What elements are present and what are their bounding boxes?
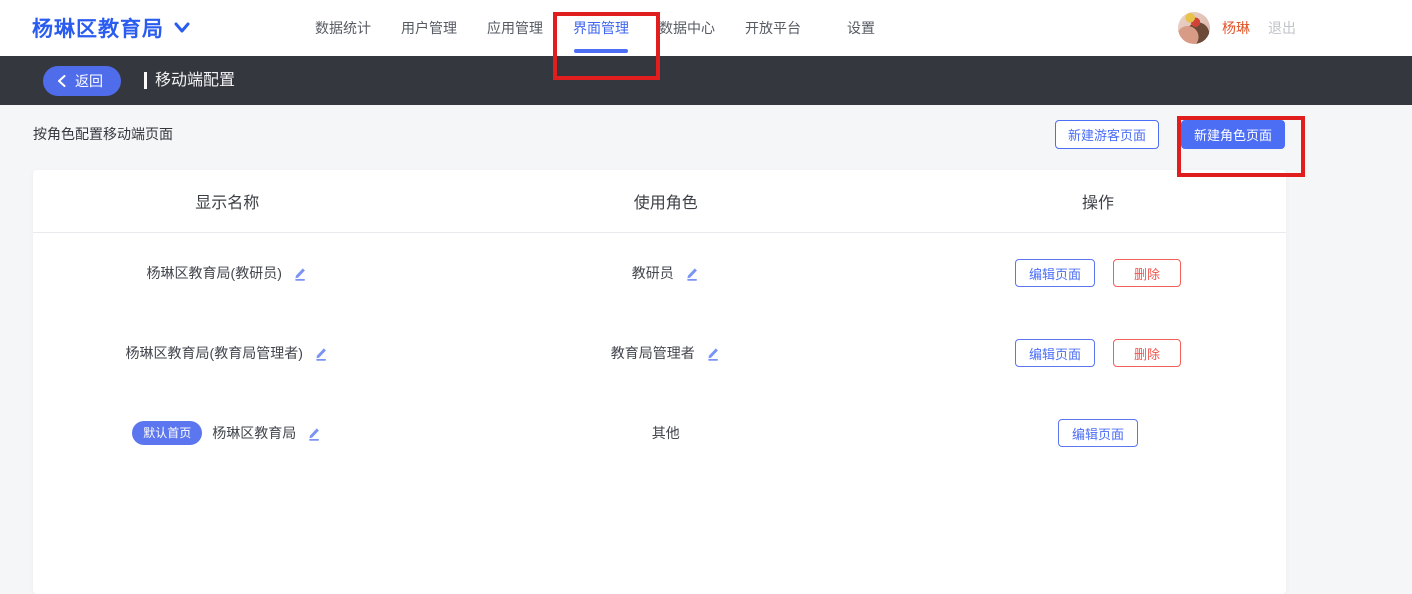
nav-item-user-mgmt[interactable]: 用户管理: [401, 0, 457, 56]
delete-button[interactable]: 删除: [1113, 259, 1182, 287]
edit-page-button[interactable]: 编辑页面: [1015, 259, 1096, 287]
nav-item-settings[interactable]: 设置: [847, 0, 875, 56]
user-area: 杨琳 退出: [1178, 0, 1296, 56]
new-role-page-button[interactable]: 新建角色页面: [1180, 119, 1285, 149]
role-name: 教育局管理者: [610, 345, 695, 361]
page-display-name: 杨琳区教育局: [212, 425, 297, 441]
table-row: 默认首页 杨琳区教育局 其他 编辑页面: [33, 393, 1286, 473]
page-title: 移动端配置: [144, 72, 235, 89]
new-guest-page-button[interactable]: 新建游客页面: [1054, 119, 1159, 149]
edit-pencil-icon[interactable]: [313, 345, 329, 361]
delete-button[interactable]: 删除: [1113, 339, 1182, 367]
org-switcher[interactable]: 杨琳区教育局: [32, 13, 190, 43]
edit-pencil-icon[interactable]: [705, 345, 721, 361]
nav-item-data-center[interactable]: 数据中心: [659, 0, 715, 56]
edit-page-button[interactable]: 编辑页面: [1015, 339, 1096, 367]
edit-pencil-icon[interactable]: [684, 265, 700, 281]
nav-item-open-platform[interactable]: 开放平台: [745, 0, 801, 56]
page-display-name: 杨琳区教育局(教研员): [146, 265, 282, 281]
table-header-row: 显示名称 使用角色 操作: [33, 170, 1286, 233]
role-name: 其他: [651, 425, 680, 441]
role-name: 教研员: [631, 265, 674, 281]
default-home-badge: 默认首页: [132, 421, 203, 445]
main-nav: 数据统计 用户管理 应用管理 界面管理 数据中心 开放平台 设置: [315, 0, 875, 56]
logout-link[interactable]: 退出: [1268, 18, 1296, 38]
user-name[interactable]: 杨琳: [1222, 18, 1250, 38]
back-button[interactable]: 返回: [43, 65, 121, 96]
col-header-role: 使用角色: [633, 195, 698, 212]
role-pages-table: 显示名称 使用角色 操作 杨琳区教育局(教研员) 教研员 编辑页面 删除 杨琳区…: [33, 170, 1286, 594]
col-header-display-name: 显示名称: [195, 195, 260, 212]
edit-page-button[interactable]: 编辑页面: [1058, 419, 1139, 447]
nav-item-interface-mgmt[interactable]: 界面管理: [573, 0, 629, 56]
chevron-left-icon: [57, 74, 66, 87]
avatar[interactable]: [1178, 12, 1210, 44]
section-caption: 按角色配置移动端页面: [33, 126, 173, 142]
edit-pencil-icon[interactable]: [292, 265, 308, 281]
col-header-actions: 操作: [1082, 195, 1115, 212]
content-area: 按角色配置移动端页面 新建游客页面 新建角色页面 显示名称 使用角色 操作 杨琳…: [0, 105, 1412, 594]
nav-item-app-mgmt[interactable]: 应用管理: [487, 0, 543, 56]
active-tab-underline: [574, 49, 628, 53]
top-navbar: 杨琳区教育局 数据统计 用户管理 应用管理 界面管理 数据中心 开放平台 设置 …: [0, 0, 1412, 56]
table-row: 杨琳区教育局(教研员) 教研员 编辑页面 删除: [33, 233, 1286, 313]
edit-pencil-icon[interactable]: [306, 425, 322, 441]
page-subheader: 返回 移动端配置: [0, 56, 1412, 105]
toolbar: 按角色配置移动端页面 新建游客页面 新建角色页面: [33, 119, 1285, 149]
table-row: 杨琳区教育局(教育局管理者) 教育局管理者 编辑页面 删除: [33, 313, 1286, 393]
chevron-down-icon: [174, 22, 190, 34]
org-title: 杨琳区教育局: [32, 18, 164, 41]
page-display-name: 杨琳区教育局(教育局管理者): [125, 345, 303, 361]
nav-item-data-stats[interactable]: 数据统计: [315, 0, 371, 56]
